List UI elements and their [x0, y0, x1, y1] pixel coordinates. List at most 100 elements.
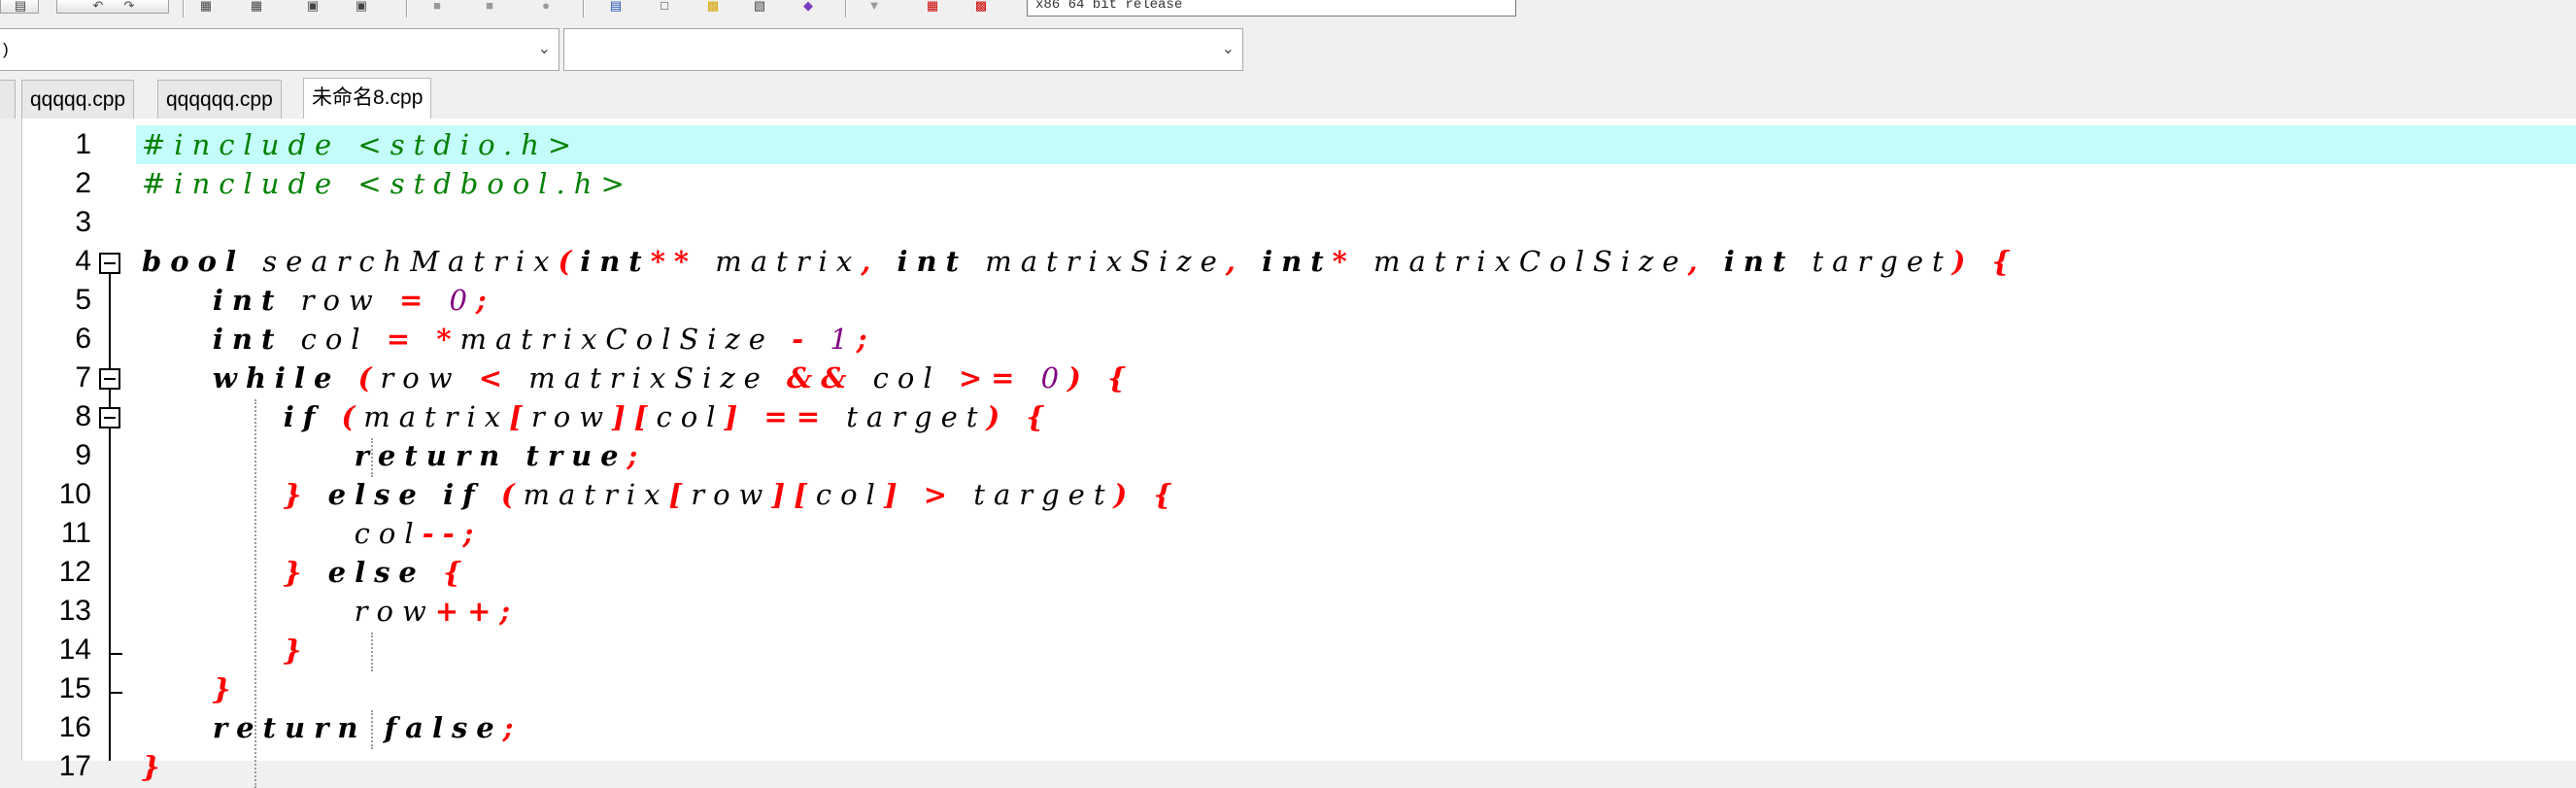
check-icon[interactable]: ◆	[797, 0, 820, 14]
stop-icon[interactable]: ■	[478, 0, 501, 14]
compile-icon[interactable]: ▦	[194, 0, 218, 14]
code-token: }	[283, 478, 311, 511]
code-token: int	[580, 245, 651, 278]
code-token: ;	[475, 284, 495, 317]
code-line[interactable]: }	[142, 747, 169, 786]
member-selector[interactable]: ⌄	[563, 28, 1243, 71]
indent-guide	[371, 633, 373, 671]
chart-icon[interactable]: ▩	[701, 0, 725, 14]
line-number: 3	[75, 206, 91, 238]
chevron-down-icon: ⌄	[1221, 41, 1235, 57]
code-token: matrixSize	[967, 245, 1226, 278]
tab-untitled8-cpp[interactable]: 未命名8.cpp	[303, 78, 432, 119]
profile-icon[interactable]: ▧	[748, 0, 771, 14]
code-token: false	[384, 711, 503, 744]
fold-collapse-icon[interactable]	[99, 253, 120, 274]
code-token: ]	[724, 400, 747, 433]
code-line[interactable]: return true;	[142, 436, 646, 475]
redo-icon[interactable]: ↷	[118, 0, 141, 14]
code-token: ;	[856, 323, 876, 356]
page-icon[interactable]: □	[653, 0, 676, 14]
toolbar-separator	[845, 0, 847, 17]
code-token: target	[829, 400, 987, 433]
line-number: 1	[75, 128, 91, 160]
debug-icon[interactable]: ■	[425, 0, 449, 14]
dropdown-icon[interactable]: ▼	[863, 0, 886, 14]
compile-run-icon[interactable]: ▣	[301, 0, 324, 14]
code-token: target	[956, 478, 1114, 511]
class-selector[interactable]: ) ⌄	[0, 28, 559, 71]
code-line[interactable]: #include <stdbool.h>	[142, 164, 633, 203]
color-icon[interactable]: ▩	[969, 0, 993, 14]
tab-scroll-left[interactable]	[0, 80, 16, 119]
code-line[interactable]: row++;	[142, 592, 519, 631]
code-editor[interactable]: 1 2 3 4 5 6 7 8 9 10 11 12 13 14 15 16 17 #include <stdi…	[0, 119, 2576, 788]
grid-icon[interactable]: ▦	[921, 0, 944, 14]
code-token: {	[1991, 245, 2019, 278]
rebuild-icon[interactable]: ▣	[350, 0, 373, 14]
code-line[interactable]: #include <stdio.h>	[142, 125, 580, 164]
code-token: (	[357, 361, 381, 394]
code-token: =	[398, 284, 432, 317]
code-token: {	[443, 556, 470, 589]
code-token: )	[1113, 478, 1136, 511]
code-line[interactable]: bool searchMatrix(int** matrix, int matr…	[142, 242, 2018, 281]
code-line[interactable]: }	[142, 631, 310, 669]
tab-label: qqqqq.cpp	[30, 88, 126, 111]
line-number: 7	[75, 361, 91, 394]
undo-icon[interactable]: ↶	[86, 0, 110, 14]
code-token: ,	[1687, 245, 1707, 278]
tab-qqqqqq-cpp[interactable]: qqqqqq.cpp	[157, 80, 282, 119]
code-token: <	[478, 361, 512, 394]
code-token: int	[1723, 245, 1795, 278]
code-token: matrix	[697, 245, 862, 278]
code-token: target	[1794, 245, 1952, 278]
code-line[interactable]: while (row < matrixSize && col >= 0) {	[142, 359, 1135, 397]
class-selector-value: )	[3, 40, 9, 58]
code-line[interactable]: col--;	[142, 514, 482, 553]
compiler-set-value: x86 64 bit release	[1035, 0, 1183, 13]
circle-icon[interactable]: ●	[534, 0, 558, 14]
fold-collapse-icon[interactable]	[99, 368, 120, 390]
class-member-selectors: ) ⌄ ⌄	[0, 26, 1248, 75]
code-token: >	[923, 478, 957, 511]
code-token: col	[855, 361, 959, 394]
code-token: *	[1332, 245, 1356, 278]
line-number: 16	[58, 711, 91, 743]
code-line[interactable]: } else if (matrix[row][col] > target) {	[142, 475, 1180, 514]
code-line[interactable]: return false;	[142, 708, 522, 747]
compiler-set-combo[interactable]: x86 64 bit release	[1027, 0, 1516, 17]
code-token: **	[650, 245, 698, 278]
code-token: return	[354, 439, 509, 472]
insert-icon[interactable]: ▤	[604, 0, 627, 14]
code-line[interactable]: int col = *matrixColSize - 1;	[142, 320, 876, 359]
code-token: ;	[627, 439, 647, 472]
code-line[interactable]: int row = 0;	[142, 281, 495, 320]
code-line[interactable]: } else {	[142, 553, 470, 592]
code-line[interactable]: if (matrix[row][col] == target) {	[142, 397, 1053, 436]
code-token: 0	[1040, 361, 1068, 394]
run-icon[interactable]: ▦	[245, 0, 268, 14]
editor-tab-bar: qqqqq.cpp qqqqqq.cpp 未命名8.cpp	[0, 78, 2576, 119]
code-token: while	[212, 361, 341, 394]
fold-collapse-icon[interactable]	[99, 407, 120, 428]
code-token: matrixColSize	[1355, 245, 1688, 278]
undo-redo-group[interactable]: ↶ ↷	[56, 0, 169, 14]
code-line[interactable]: }	[142, 669, 240, 708]
menu-button[interactable]: ▤	[0, 0, 39, 14]
code-token: return	[212, 711, 367, 744]
code-token: else	[327, 556, 425, 589]
line-number: 9	[75, 439, 91, 471]
code-token: =	[386, 323, 420, 356]
tab-qqqqq-cpp[interactable]: qqqqq.cpp	[21, 80, 135, 119]
code-token: ][	[612, 400, 657, 433]
